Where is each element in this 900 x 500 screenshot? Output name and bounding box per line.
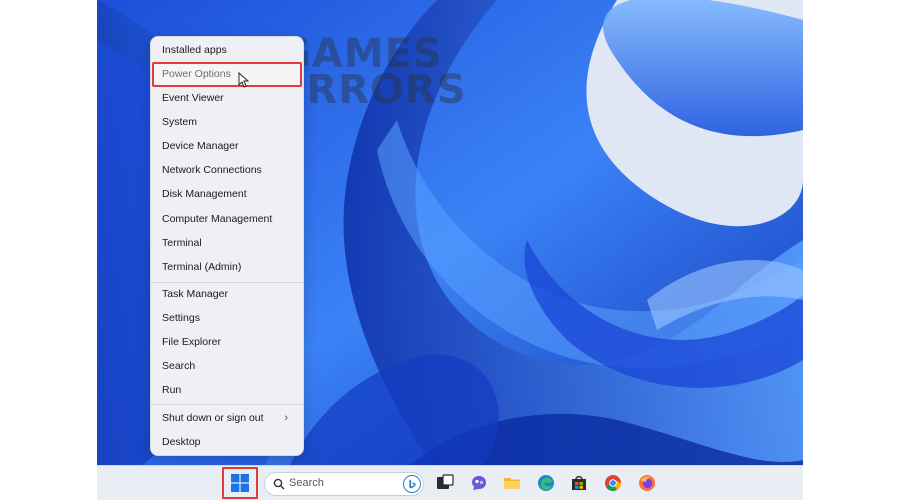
menu-item-terminal-admin[interactable]: Terminal (Admin) (156, 256, 298, 278)
file-explorer-icon[interactable] (503, 474, 521, 492)
menu-separator (151, 404, 303, 405)
watermark-logo: GAMES ERRORS (278, 34, 467, 113)
search-icon (273, 478, 285, 490)
menu-item-run[interactable]: Run (156, 379, 298, 401)
taskbar-search-box[interactable]: Search (264, 472, 424, 496)
menu-item-search[interactable]: Search (156, 355, 298, 377)
firefox-icon[interactable] (638, 474, 656, 492)
menu-item-shut-down[interactable]: Shut down or sign out › (156, 407, 298, 429)
power-options-highlight-frame (152, 62, 302, 87)
chat-icon[interactable] (470, 474, 488, 492)
menu-item-system[interactable]: System (156, 111, 298, 133)
menu-item-device-manager[interactable]: Device Manager (156, 135, 298, 157)
menu-item-event-viewer[interactable]: Event Viewer (156, 87, 298, 109)
mouse-pointer-icon (238, 72, 250, 88)
winx-context-menu: Installed apps Power Options Event Viewe… (150, 36, 304, 456)
menu-item-installed-apps[interactable]: Installed apps (156, 39, 298, 61)
store-icon[interactable] (570, 474, 588, 492)
search-placeholder: Search (289, 477, 324, 489)
menu-item-disk-management[interactable]: Disk Management (156, 183, 298, 205)
menu-item-settings[interactable]: Settings (156, 307, 298, 329)
windows-start-icon[interactable] (231, 474, 249, 492)
menu-item-terminal[interactable]: Terminal (156, 232, 298, 254)
edge-icon[interactable] (537, 474, 555, 492)
watermark-line-2: ERRORS (278, 67, 467, 113)
chevron-right-icon: › (284, 412, 288, 424)
menu-item-task-manager[interactable]: Task Manager (156, 283, 298, 305)
menu-item-shut-down-label: Shut down or sign out (162, 412, 264, 424)
menu-item-network-connections[interactable]: Network Connections (156, 159, 298, 181)
chrome-icon[interactable] (604, 474, 622, 492)
task-view-icon[interactable] (436, 474, 454, 492)
menu-item-desktop[interactable]: Desktop (156, 431, 298, 453)
menu-item-computer-management[interactable]: Computer Management (156, 208, 298, 230)
bing-icon[interactable] (403, 475, 421, 493)
menu-item-file-explorer[interactable]: File Explorer (156, 331, 298, 353)
